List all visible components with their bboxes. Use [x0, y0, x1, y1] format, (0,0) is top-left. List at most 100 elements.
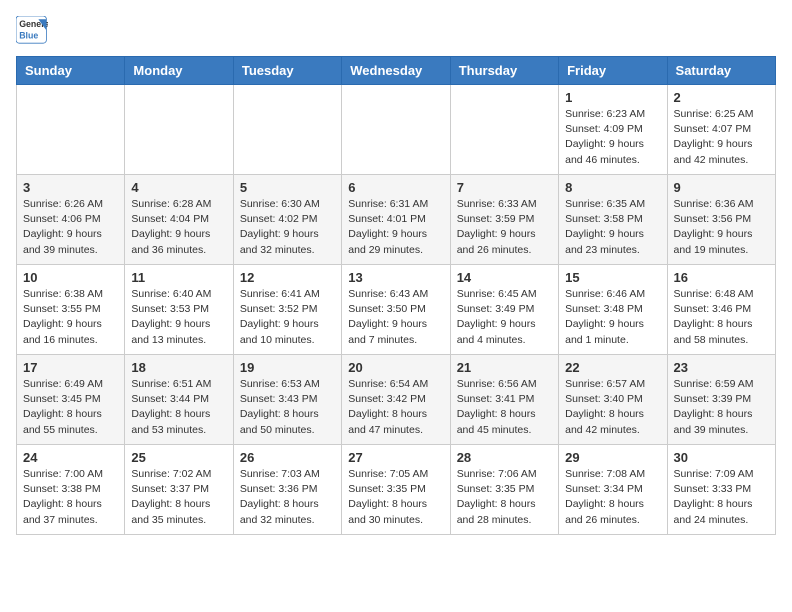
- header-cell-tuesday: Tuesday: [233, 57, 341, 85]
- day-number: 1: [565, 90, 660, 105]
- day-cell: 19 Sunrise: 6:53 AM Sunset: 3:43 PM Dayli…: [233, 355, 341, 445]
- day-info: Sunrise: 6:26 AM Sunset: 4:06 PM Dayligh…: [23, 197, 118, 258]
- day-number: 17: [23, 360, 118, 375]
- day-info: Sunrise: 7:03 AM Sunset: 3:36 PM Dayligh…: [240, 467, 335, 528]
- day-cell: 23Sunrise: 6:59 AM Sunset: 3:39 PM Dayli…: [667, 355, 775, 445]
- day-number: 24: [23, 450, 118, 465]
- day-number: 10: [23, 270, 118, 285]
- day-number: 6: [348, 180, 443, 195]
- day-cell: 2 Sunrise: 6:25 AM Sunset: 4:07 PM Daylig…: [667, 85, 775, 175]
- day-info: Sunrise: 6:40 AM Sunset: 3:53 PM Dayligh…: [131, 287, 226, 348]
- day-info: Sunrise: 6:25 AM Sunset: 4:07 PM Dayligh…: [674, 107, 769, 168]
- day-cell: 18 Sunrise: 6:51 AM Sunset: 3:44 PM Dayli…: [125, 355, 233, 445]
- day-cell: 14 Sunrise: 6:45 AM Sunset: 3:49 PM Dayli…: [450, 265, 558, 355]
- day-number: 15: [565, 270, 660, 285]
- day-number: 16: [674, 270, 769, 285]
- day-cell: 29 Sunrise: 7:08 AM Sunset: 3:34 PM Dayli…: [559, 445, 667, 535]
- day-number: 7: [457, 180, 552, 195]
- day-number: 30: [674, 450, 769, 465]
- day-cell: [125, 85, 233, 175]
- day-number: 20: [348, 360, 443, 375]
- day-info: Sunrise: 6:41 AM Sunset: 3:52 PM Dayligh…: [240, 287, 335, 348]
- day-cell: 4 Sunrise: 6:28 AM Sunset: 4:04 PM Daylig…: [125, 175, 233, 265]
- day-info: Sunrise: 7:00 AM Sunset: 3:38 PM Dayligh…: [23, 467, 118, 528]
- day-info: Sunrise: 6:36 AM Sunset: 3:56 PM Dayligh…: [674, 197, 769, 258]
- day-number: 3: [23, 180, 118, 195]
- day-cell: 8 Sunrise: 6:35 AM Sunset: 3:58 PM Daylig…: [559, 175, 667, 265]
- day-cell: 13 Sunrise: 6:43 AM Sunset: 3:50 PM Dayli…: [342, 265, 450, 355]
- day-number: 8: [565, 180, 660, 195]
- day-info: Sunrise: 6:35 AM Sunset: 3:58 PM Dayligh…: [565, 197, 660, 258]
- day-number: 12: [240, 270, 335, 285]
- day-number: 14: [457, 270, 552, 285]
- week-row-5: 24 Sunrise: 7:00 AM Sunset: 3:38 PM Dayli…: [17, 445, 776, 535]
- day-number: 27: [348, 450, 443, 465]
- day-cell: 7 Sunrise: 6:33 AM Sunset: 3:59 PM Daylig…: [450, 175, 558, 265]
- day-number: 26: [240, 450, 335, 465]
- day-info: Sunrise: 6:57 AM Sunset: 3:40 PM Dayligh…: [565, 377, 660, 438]
- week-row-2: 3 Sunrise: 6:26 AM Sunset: 4:06 PM Daylig…: [17, 175, 776, 265]
- day-info: Sunrise: 7:05 AM Sunset: 3:35 PM Dayligh…: [348, 467, 443, 528]
- day-cell: 3 Sunrise: 6:26 AM Sunset: 4:06 PM Daylig…: [17, 175, 125, 265]
- day-info: Sunrise: 6:23 AM Sunset: 4:09 PM Dayligh…: [565, 107, 660, 168]
- day-number: 21: [457, 360, 552, 375]
- day-cell: 20 Sunrise: 6:54 AM Sunset: 3:42 PM Dayli…: [342, 355, 450, 445]
- day-number: 22: [565, 360, 660, 375]
- day-info: Sunrise: 7:09 AM Sunset: 3:33 PM Dayligh…: [674, 467, 769, 528]
- day-info: Sunrise: 6:33 AM Sunset: 3:59 PM Dayligh…: [457, 197, 552, 258]
- day-info: Sunrise: 7:06 AM Sunset: 3:35 PM Dayligh…: [457, 467, 552, 528]
- day-info: Sunrise: 6:51 AM Sunset: 3:44 PM Dayligh…: [131, 377, 226, 438]
- day-info: Sunrise: 6:54 AM Sunset: 3:42 PM Dayligh…: [348, 377, 443, 438]
- page-header: General Blue: [16, 16, 776, 44]
- day-info: Sunrise: 6:28 AM Sunset: 4:04 PM Dayligh…: [131, 197, 226, 258]
- day-number: 18: [131, 360, 226, 375]
- day-info: Sunrise: 7:02 AM Sunset: 3:37 PM Dayligh…: [131, 467, 226, 528]
- day-info: Sunrise: 6:30 AM Sunset: 4:02 PM Dayligh…: [240, 197, 335, 258]
- day-cell: 10 Sunrise: 6:38 AM Sunset: 3:55 PM Dayli…: [17, 265, 125, 355]
- day-cell: 22 Sunrise: 6:57 AM Sunset: 3:40 PM Dayli…: [559, 355, 667, 445]
- day-cell: 27 Sunrise: 7:05 AM Sunset: 3:35 PM Dayli…: [342, 445, 450, 535]
- logo: General Blue: [16, 16, 48, 44]
- week-row-1: 1 Sunrise: 6:23 AM Sunset: 4:09 PM Daylig…: [17, 85, 776, 175]
- day-number: 25: [131, 450, 226, 465]
- header-cell-friday: Friday: [559, 57, 667, 85]
- day-cell: 17Sunrise: 6:49 AM Sunset: 3:45 PM Dayli…: [17, 355, 125, 445]
- day-info: Sunrise: 6:31 AM Sunset: 4:01 PM Dayligh…: [348, 197, 443, 258]
- day-cell: 21 Sunrise: 6:56 AM Sunset: 3:41 PM Dayli…: [450, 355, 558, 445]
- calendar-table: SundayMondayTuesdayWednesdayThursdayFrid…: [16, 56, 776, 535]
- day-number: 19: [240, 360, 335, 375]
- header-cell-sunday: Sunday: [17, 57, 125, 85]
- day-cell: 12 Sunrise: 6:41 AM Sunset: 3:52 PM Dayli…: [233, 265, 341, 355]
- day-info: Sunrise: 6:43 AM Sunset: 3:50 PM Dayligh…: [348, 287, 443, 348]
- day-cell: 16 Sunrise: 6:48 AM Sunset: 3:46 PM Dayli…: [667, 265, 775, 355]
- header-cell-wednesday: Wednesday: [342, 57, 450, 85]
- day-cell: 25 Sunrise: 7:02 AM Sunset: 3:37 PM Dayli…: [125, 445, 233, 535]
- day-number: 4: [131, 180, 226, 195]
- logo-icon: General Blue: [16, 16, 48, 44]
- day-cell: [17, 85, 125, 175]
- day-info: Sunrise: 6:48 AM Sunset: 3:46 PM Dayligh…: [674, 287, 769, 348]
- day-cell: 1 Sunrise: 6:23 AM Sunset: 4:09 PM Daylig…: [559, 85, 667, 175]
- svg-text:Blue: Blue: [19, 30, 38, 40]
- day-info: Sunrise: 6:38 AM Sunset: 3:55 PM Dayligh…: [23, 287, 118, 348]
- header-cell-thursday: Thursday: [450, 57, 558, 85]
- day-info: Sunrise: 6:46 AM Sunset: 3:48 PM Dayligh…: [565, 287, 660, 348]
- day-number: 5: [240, 180, 335, 195]
- day-cell: 24 Sunrise: 7:00 AM Sunset: 3:38 PM Dayli…: [17, 445, 125, 535]
- day-cell: 28 Sunrise: 7:06 AM Sunset: 3:35 PM Dayli…: [450, 445, 558, 535]
- header-row: SundayMondayTuesdayWednesdayThursdayFrid…: [17, 57, 776, 85]
- day-number: 29: [565, 450, 660, 465]
- header-cell-monday: Monday: [125, 57, 233, 85]
- day-number: 13: [348, 270, 443, 285]
- day-cell: 6 Sunrise: 6:31 AM Sunset: 4:01 PM Daylig…: [342, 175, 450, 265]
- day-number: 28: [457, 450, 552, 465]
- day-cell: 30 Sunrise: 7:09 AM Sunset: 3:33 PM Dayli…: [667, 445, 775, 535]
- day-info: Sunrise: 6:56 AM Sunset: 3:41 PM Dayligh…: [457, 377, 552, 438]
- week-row-3: 10 Sunrise: 6:38 AM Sunset: 3:55 PM Dayli…: [17, 265, 776, 355]
- day-info: Sunrise: 6:53 AM Sunset: 3:43 PM Dayligh…: [240, 377, 335, 438]
- day-number: 2: [674, 90, 769, 105]
- day-cell: [342, 85, 450, 175]
- day-info: Sunrise: 7:08 AM Sunset: 3:34 PM Dayligh…: [565, 467, 660, 528]
- day-info: Sunrise: 6:59 AM Sunset: 3:39 PM Dayligh…: [674, 377, 769, 438]
- day-info: Sunrise: 6:45 AM Sunset: 3:49 PM Dayligh…: [457, 287, 552, 348]
